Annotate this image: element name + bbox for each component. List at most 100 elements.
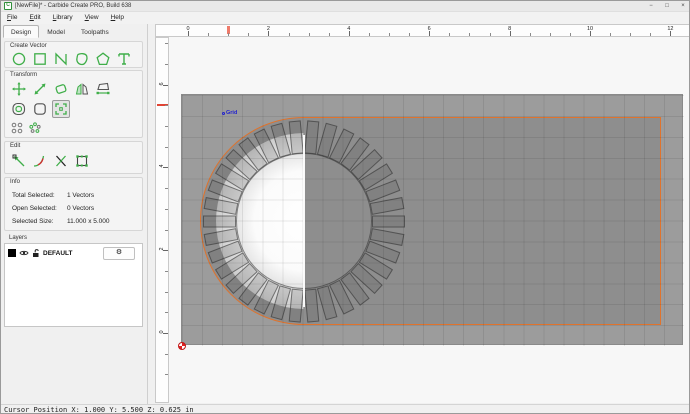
text-tool-button[interactable] [115,50,133,68]
sidebar-tabs: Design Model Toolpaths [3,25,117,38]
h-ruler-label: 4 [344,26,354,32]
h-ruler-label: 2 [263,26,273,32]
linear-array-tool-button[interactable] [10,121,23,134]
offset-icon [11,101,27,117]
rectangle-icon [32,51,48,67]
close-button[interactable]: × [675,1,690,12]
create-vector-label: Create Vector [10,43,47,49]
tab-toolpaths[interactable]: Toolpaths [73,25,117,38]
layer-settings-button[interactable]: ⚙ [103,247,135,260]
mirror-tool-button[interactable] [73,80,91,98]
gear-icon: ⚙ [116,249,122,256]
h-ruler-tick [228,33,229,36]
v-ruler-tick [165,271,168,272]
cursor-position-readout: Cursor Position X: 1.000 Y: 5.500 Z: 0.6… [4,406,194,414]
rotate-icon [53,81,69,97]
h-ruler-label: 12 [665,26,675,32]
h-ruler-tick [449,33,450,36]
drawing-viewport[interactable]: Grid [169,37,690,403]
h-ruler-tick [550,33,551,36]
menu-view[interactable]: View [79,12,105,24]
node-edit-tool-button[interactable] [10,152,28,170]
layer-color-swatch[interactable] [8,249,16,257]
polygon-icon [95,51,111,67]
mirror-icon [74,81,90,97]
offset-tool-button[interactable] [10,100,28,118]
edit-label: Edit [10,143,20,149]
polyline-icon [53,51,69,67]
v-ruler-tick [165,105,168,106]
polygon-tool-button[interactable] [94,50,112,68]
round-corner-tool-button[interactable] [31,100,49,118]
layer-lock-icon[interactable] [32,249,40,258]
radial-rect-vector[interactable] [288,120,303,154]
distort-icon [95,81,111,97]
minimize-button[interactable]: − [643,1,659,12]
curve-tool-button[interactable] [73,50,91,68]
v-ruler-tick [165,147,168,148]
text-icon [116,51,132,67]
statusbar: Cursor Position X: 1.000 Y: 5.500 Z: 0.6… [1,404,690,414]
h-ruler-tick [329,33,330,36]
radial-rect-vector[interactable] [304,120,319,154]
app-icon: C [4,2,12,10]
info-open-selected: Open Selected:0 Vectors [12,205,57,212]
menu-file[interactable]: File [1,12,24,24]
radial-rect-vector[interactable] [203,215,236,227]
h-ruler-tick [610,33,611,36]
stock-area[interactable]: Grid [181,94,683,345]
circular-array-tool-button[interactable] [28,121,41,134]
transform-section: Transform [4,70,143,138]
layer-visibility-eye-icon[interactable] [19,249,29,257]
v-ruler-tick [165,64,168,65]
window-title: [NewFile]* - Carbide Create PRO, Build 6… [15,3,131,9]
trace-icon [53,101,69,117]
tab-design[interactable]: Design [3,25,39,38]
h-ruler-tick [208,33,209,36]
distort-tool-button[interactable] [94,80,112,98]
move-tool-button[interactable] [10,80,28,98]
layer-row[interactable]: DEFAULT ⚙ [8,247,139,259]
menu-edit[interactable]: Edit [24,12,47,24]
radial-rect-vector[interactable] [288,288,303,322]
layers-label: Layers [9,235,27,241]
fillet-tool-button[interactable] [31,152,49,170]
trace-tool-button[interactable] [52,100,70,118]
circular-array-icon [29,122,41,134]
job-origin-marker[interactable] [178,342,186,350]
v-ruler-tick [165,126,168,127]
maximize-button[interactable]: □ [659,1,675,12]
rectangle-tool-button[interactable] [31,50,49,68]
v-ruler-tick [165,43,168,44]
radial-rect-vector[interactable] [304,288,319,322]
edit-section: Edit [4,141,143,174]
scale-tool-button[interactable] [31,80,49,98]
linear-array-icon [11,122,23,134]
v-ruler-label: 6 [159,79,165,89]
v-ruler-tick [165,292,168,293]
rotate-tool-button[interactable] [52,80,70,98]
h-ruler-tick [570,33,571,36]
v-ruler-tick [165,312,168,313]
v-ruler-label: 2 [159,244,165,254]
polyline-tool-button[interactable] [52,50,70,68]
grid-label: Grid [222,110,237,116]
circle-tool-button[interactable] [10,50,28,68]
info-total-selected: Total Selected:1 Vectors [12,192,55,199]
tab-model[interactable]: Model [39,25,73,38]
trim-tool-button[interactable] [52,152,70,170]
curve-icon [74,51,90,67]
resize-tool-button[interactable] [73,152,91,170]
circle-icon [11,51,27,67]
menu-library[interactable]: Library [47,12,79,24]
resize-icon [74,153,90,169]
titlebar: C [NewFile]* - Carbide Create PRO, Build… [1,1,690,12]
menu-help[interactable]: Help [105,12,130,24]
trim-icon [53,153,69,169]
v-ruler-tick [165,209,168,210]
h-ruler-label: 8 [505,26,515,32]
app-window: C [NewFile]* - Carbide Create PRO, Build… [0,0,690,414]
v-ruler-label: 4 [159,161,165,171]
radial-rect-vector[interactable] [372,215,405,227]
v-ruler-tick [165,354,168,355]
